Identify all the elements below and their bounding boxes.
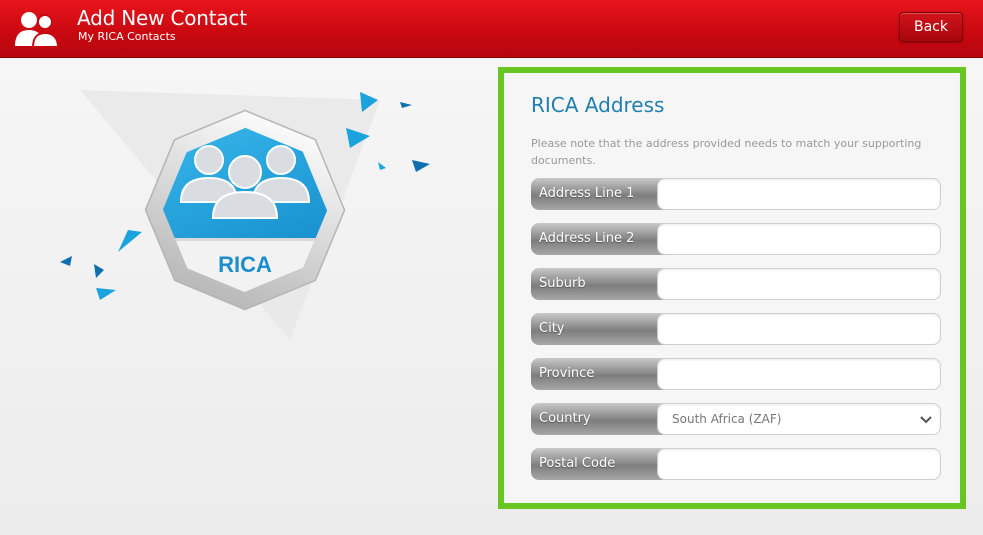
header-bar: Add New Contact My RICA Contacts Back [0, 0, 983, 58]
contacts-icon [15, 12, 60, 48]
section-title: RICA Address [531, 93, 665, 117]
province-input[interactable] [657, 358, 941, 390]
postal-code-row: Postal Code [531, 448, 941, 480]
city-input[interactable] [657, 313, 941, 345]
field-label: Country [531, 403, 671, 435]
breadcrumb: My RICA Contacts [78, 30, 176, 43]
country-selected-value: South Africa (ZAF) [672, 412, 782, 426]
city-row: City [531, 313, 941, 345]
chevron-down-icon [920, 416, 932, 424]
field-label: Postal Code [531, 448, 671, 480]
back-button[interactable]: Back [899, 12, 963, 42]
badge-label: RICA [218, 252, 272, 277]
postal-code-input[interactable] [657, 448, 941, 480]
province-row: Province [531, 358, 941, 390]
field-label: Suburb [531, 268, 671, 300]
address-line-1-input[interactable] [657, 178, 941, 210]
page-title: Add New Contact [77, 6, 247, 30]
address-note: Please note that the address provided ne… [531, 137, 922, 167]
address-panel-inner: RICA Address Please note that the addres… [510, 79, 954, 497]
rica-illustration: RICA [60, 90, 430, 340]
field-label: Province [531, 358, 671, 390]
field-label: Address Line 2 [531, 223, 671, 255]
country-row: Country South Africa (ZAF) [531, 403, 941, 435]
field-label: Address Line 1 [531, 178, 671, 210]
suburb-row: Suburb [531, 268, 941, 300]
suburb-input[interactable] [657, 268, 941, 300]
field-label: City [531, 313, 671, 345]
country-select[interactable]: South Africa (ZAF) [657, 403, 941, 435]
address-panel: RICA Address Please note that the addres… [498, 67, 966, 509]
address-line-1-row: Address Line 1 [531, 178, 941, 210]
address-line-2-row: Address Line 2 [531, 223, 941, 255]
address-line-2-input[interactable] [657, 223, 941, 255]
